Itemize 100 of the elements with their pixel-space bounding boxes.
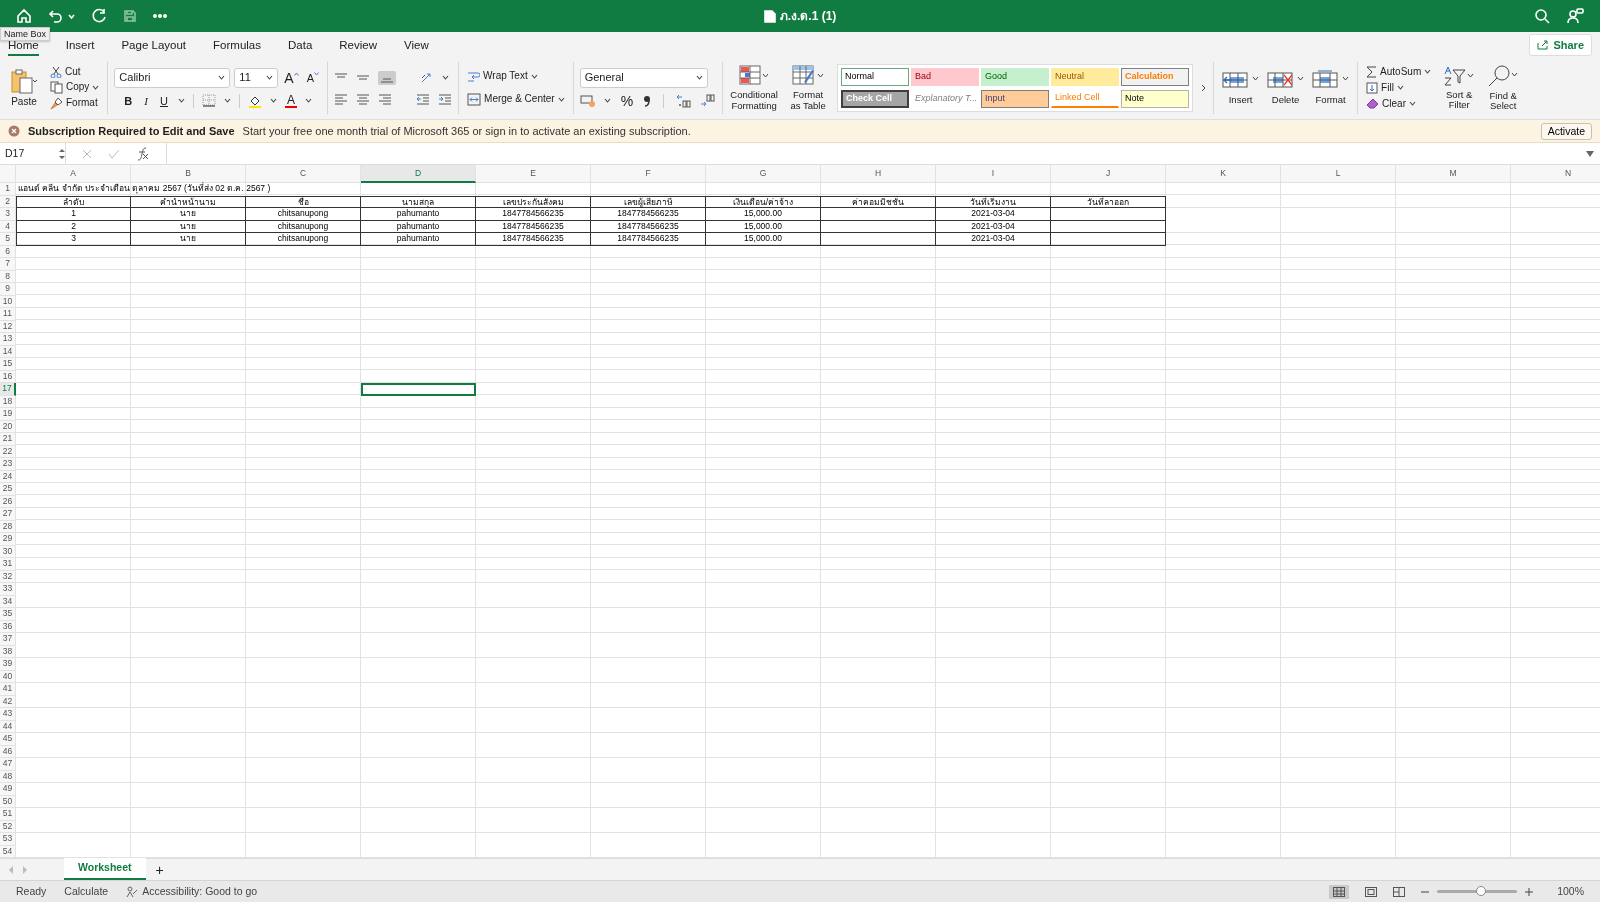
caret-icon[interactable] [530,73,538,79]
decrease-font-button[interactable]: A [304,71,322,84]
redo-icon[interactable] [91,8,107,24]
cell-style[interactable]: Note [1121,89,1190,108]
sort-filter-button[interactable]: Sort & Filter [1441,65,1478,110]
cut-button[interactable]: Cut [48,65,102,78]
function-icon[interactable] [136,146,150,161]
copy-button[interactable]: Copy [48,80,102,94]
cell-style[interactable]: Bad [911,67,980,86]
normal-view-icon[interactable] [1333,886,1346,897]
decrease-decimal-icon[interactable] [676,93,693,108]
font-size-dropdown[interactable]: 11 [234,67,279,88]
column-header[interactable]: L [1281,165,1396,183]
caret-icon[interactable] [266,75,274,80]
share-button[interactable]: Share [1529,33,1592,56]
cell-style[interactable]: Good [981,67,1050,86]
row-number[interactable]: 31 [0,558,16,571]
row-number[interactable]: 27 [0,508,16,521]
caret-icon[interactable] [603,98,611,103]
row-number[interactable]: 49 [0,783,16,796]
caret-icon[interactable] [557,96,565,102]
ribbon-tab[interactable]: Page Layout [121,37,187,56]
cell-style[interactable]: Normal [841,67,910,86]
caret-icon[interactable] [218,75,226,80]
row-number[interactable]: 45 [0,733,16,746]
row-number[interactable]: 41 [0,683,16,696]
row-number[interactable]: 7 [0,258,16,271]
caret-icon[interactable] [442,75,450,80]
caret-icon[interactable] [1424,69,1432,74]
column-header[interactable]: D [361,165,476,183]
caret-icon[interactable] [1409,101,1416,106]
ribbon-tab[interactable]: Insert [65,37,95,56]
activate-button[interactable]: Activate [1540,122,1592,140]
cells-insert-button[interactable]: Insert [1220,69,1262,106]
format-painter-button[interactable]: Format [48,96,102,110]
increase-font-button[interactable]: A [282,71,301,84]
ribbon-tab[interactable]: Data [288,37,313,56]
caret-icon[interactable] [1396,85,1404,90]
row-number[interactable]: 21 [0,433,16,446]
row-number[interactable]: 51 [0,808,16,821]
comma-style-icon[interactable] [643,94,652,107]
column-header[interactable]: K [1166,165,1281,183]
cell-style[interactable]: Neutral [1051,67,1120,86]
font-name-dropdown[interactable]: Calibri [114,67,231,88]
merge-center-button[interactable]: Merge & Center [465,92,567,106]
row-number[interactable]: 37 [0,633,16,646]
zoom-slider-thumb[interactable] [1476,886,1487,896]
find-select-button[interactable]: Find & Select [1485,64,1522,111]
row-number[interactable]: 1 [0,183,16,196]
column-header[interactable]: H [821,165,936,183]
add-sheet-button[interactable]: + [153,863,166,876]
undo-icon[interactable] [48,8,64,24]
percent-button[interactable]: % [618,94,636,107]
save-icon[interactable] [123,9,137,23]
column-header[interactable]: I [936,165,1051,183]
bold-button[interactable]: B [122,94,135,107]
zoom-level[interactable]: 100% [1557,883,1584,900]
status-text[interactable]: Calculate [64,883,109,900]
sheet-tab[interactable]: Worksheet [64,858,146,880]
selected-cell[interactable] [361,383,476,396]
paste-button[interactable]: Paste [8,67,40,108]
column-header[interactable]: C [246,165,361,183]
row-number[interactable]: 17 [0,383,16,396]
format-as-table-button[interactable]: Format as Table [787,64,830,111]
row-number[interactable]: 25 [0,483,16,496]
number-format-dropdown[interactable]: General [579,67,708,88]
column-header[interactable]: A [16,165,131,183]
row-number[interactable]: 39 [0,658,16,671]
search-icon[interactable] [1534,8,1550,24]
clear-button[interactable]: Clear [1364,97,1434,110]
row-number[interactable]: 33 [0,583,16,596]
ribbon-tab[interactable]: Formulas [213,37,261,56]
borders-icon[interactable] [201,94,216,107]
italic-button[interactable]: I [142,94,150,107]
page-layout-icon[interactable] [1365,886,1378,897]
row-number[interactable]: 47 [0,758,16,771]
caret-icon[interactable] [92,84,100,90]
row-number[interactable]: 19 [0,408,16,421]
more-icon[interactable] [153,14,167,18]
column-header[interactable]: B [131,165,246,183]
row-number[interactable]: 13 [0,333,16,346]
font-color-button[interactable]: A [284,93,297,108]
row-number[interactable]: 11 [0,308,16,321]
chevron-right-icon[interactable] [1201,83,1208,92]
increase-decimal-icon[interactable] [700,93,717,108]
cell-style[interactable]: Input [981,89,1050,108]
caret-icon[interactable] [304,98,312,103]
row-number[interactable]: 53 [0,833,16,846]
status-text[interactable]: Accessibility: Good to go [142,883,258,900]
column-header[interactable]: M [1396,165,1511,183]
row-number[interactable]: 43 [0,708,16,721]
caret-icon[interactable] [223,98,231,103]
row-number[interactable]: 15 [0,358,16,371]
ribbon-tab[interactable]: Review [339,37,377,56]
cells-delete-button[interactable]: Delete [1265,69,1307,106]
page-break-icon[interactable] [1393,886,1406,897]
expand-icon[interactable] [1586,150,1594,157]
caret-icon[interactable] [269,98,277,103]
row-number[interactable]: 5 [0,233,16,246]
column-header[interactable]: J [1051,165,1166,183]
